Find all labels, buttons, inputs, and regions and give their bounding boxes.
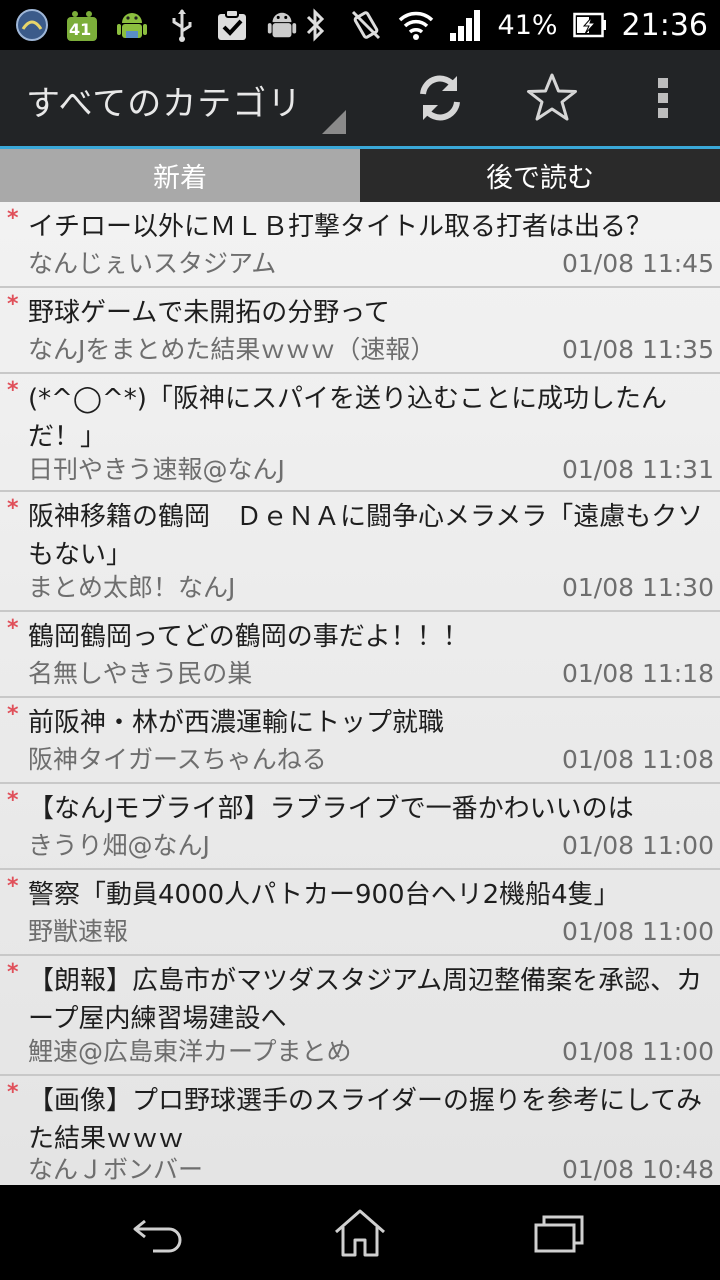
tab-read-later[interactable]: 後で読む — [360, 149, 720, 202]
list-item[interactable]: * 野球ゲームで未開拓の分野って なんJをまとめた結果ｗｗｗ（速報） 01/08… — [0, 288, 720, 374]
refresh-button[interactable] — [392, 50, 488, 146]
more-vert-icon — [658, 78, 668, 118]
android-robot-icon — [114, 7, 150, 43]
vibrate-mute-icon — [348, 7, 384, 43]
list-item[interactable]: * 【朗報】広島市がマツダスタジアム周辺整備案を承認、カープ屋内練習場建設へ 鯉… — [0, 956, 720, 1076]
screen: 41 41% 21:36 すべてのカテゴリ 新着 後で読む * イチロー以外にＭ… — [0, 0, 720, 1280]
overflow-menu-button[interactable] — [618, 50, 708, 146]
article-date: 01/08 10:48 — [561, 1155, 714, 1184]
article-date: 01/08 11:45 — [561, 249, 714, 278]
android-debug-icon — [264, 7, 300, 43]
battery-percent: 41% — [497, 9, 558, 41]
article-date: 01/08 11:00 — [561, 1037, 714, 1066]
unread-marker: * — [7, 1080, 19, 1105]
article-source: 日刊やきう速報@なんJ — [28, 455, 285, 484]
recent-apps-icon — [534, 1215, 584, 1252]
article-source: 名無しやきう民の巣 — [28, 659, 253, 688]
signal-icon — [448, 7, 484, 43]
wifi-icon — [398, 7, 434, 43]
unread-marker: * — [7, 378, 19, 403]
article-date: 01/08 11:08 — [561, 745, 714, 774]
list-item[interactable]: * (*^◯^*)「阪神にスパイを送り込むことに成功したんだ！」 日刊やきう速報… — [0, 374, 720, 492]
article-source: なんＪボンバー — [28, 1155, 204, 1184]
article-source: なんJをまとめた結果ｗｗｗ（速報） — [28, 335, 436, 364]
favorites-button[interactable] — [504, 50, 600, 146]
back-icon — [133, 1219, 182, 1252]
article-title: 【なんJモブライ部】ラブライブで一番かわいいのは — [28, 794, 634, 824]
article-date: 01/08 11:31 — [561, 455, 714, 484]
list-item[interactable]: * イチロー以外にＭＬＢ打撃タイトル取る打者は出る？ なんじぇいスタジアム 01… — [0, 202, 720, 288]
android-badge-icon: 41 — [64, 7, 100, 43]
home-button[interactable] — [305, 1195, 415, 1270]
spinner-triangle-icon — [322, 110, 346, 134]
article-title: (*^◯^*)「阪神にスパイを送り込むことに成功したんだ！」 — [28, 384, 667, 452]
article-date: 01/08 11:30 — [561, 573, 714, 602]
tab-new[interactable]: 新着 — [0, 149, 360, 202]
unread-marker: * — [7, 292, 19, 317]
app-notification-icon — [14, 7, 50, 43]
bluetooth-icon — [298, 7, 334, 43]
article-date: 01/08 11:00 — [561, 917, 714, 946]
article-title: 野球ゲームで未開拓の分野って — [28, 298, 390, 328]
list-item[interactable]: * 【なんJモブライ部】ラブライブで一番かわいいのは きうり畑@なんJ 01/0… — [0, 784, 720, 870]
article-source: なんじぇいスタジアム — [28, 249, 277, 278]
star-icon — [527, 73, 577, 121]
article-list[interactable]: * イチロー以外にＭＬＢ打撃タイトル取る打者は出る？ なんじぇいスタジアム 01… — [0, 202, 720, 1185]
action-bar: すべてのカテゴリ — [0, 50, 720, 146]
article-date: 01/08 11:35 — [561, 335, 714, 364]
article-title: 警察「動員4000人パトカー900台ヘリ2機船4隻」 — [28, 880, 620, 910]
unread-marker: * — [7, 788, 19, 813]
recent-apps-button[interactable] — [505, 1195, 615, 1270]
article-title: 阪神移籍の鶴岡 ＤｅＮＡに闘争心メラメラ「遠慮もクソもない」 — [28, 502, 704, 570]
article-title: イチロー以外にＭＬＢ打撃タイトル取る打者は出る？ — [28, 212, 653, 242]
article-date: 01/08 11:00 — [561, 831, 714, 860]
unread-marker: * — [7, 702, 19, 727]
article-source: 鯉速@広島東洋カープまとめ — [28, 1037, 352, 1066]
category-spinner[interactable]: すべてのカテゴリ — [0, 50, 350, 146]
home-icon — [335, 1209, 385, 1256]
battery-charging-icon — [572, 7, 608, 43]
notification-icons: 41 — [14, 5, 300, 45]
refresh-icon — [420, 75, 460, 121]
list-item[interactable]: * 前阪神・林が西濃運輸にトップ就職 阪神タイガースちゃんねる 01/08 11… — [0, 698, 720, 784]
article-title: 前阪神・林が西濃運輸にトップ就職 — [28, 708, 445, 738]
list-item[interactable]: * 阪神移籍の鶴岡 ＤｅＮＡに闘争心メラメラ「遠慮もクソもない」 まとめ太郎！な… — [0, 492, 720, 612]
unread-marker: * — [7, 960, 19, 985]
download-complete-icon — [214, 7, 250, 43]
navigation-bar — [0, 1185, 720, 1280]
status-bar: 41 41% 21:36 — [0, 0, 720, 50]
tab-bar: 新着 後で読む — [0, 149, 720, 202]
article-title: 【画像】プロ野球選手のスライダーの握りを参考にしてみた結果ｗｗｗ — [28, 1086, 703, 1154]
unread-marker: * — [7, 874, 19, 899]
clock: 21:36 — [621, 7, 708, 43]
back-button[interactable] — [104, 1195, 214, 1270]
article-date: 01/08 11:18 — [561, 659, 714, 688]
list-item[interactable]: * 警察「動員4000人パトカー900台ヘリ2機船4隻」 野獣速報 01/08 … — [0, 870, 720, 956]
notification-badge-count: 41 — [69, 20, 92, 39]
unread-marker: * — [7, 206, 19, 231]
usb-icon — [164, 7, 200, 43]
article-source: きうり畑@なんJ — [28, 831, 210, 860]
list-item[interactable]: * 鶴岡鶴岡ってどの鶴岡の事だよ！！！ 名無しやきう民の巣 01/08 11:1… — [0, 612, 720, 698]
article-title: 鶴岡鶴岡ってどの鶴岡の事だよ！！！ — [28, 622, 469, 652]
article-source: 阪神タイガースちゃんねる — [28, 745, 327, 774]
list-item[interactable]: * 【画像】プロ野球選手のスライダーの握りを参考にしてみた結果ｗｗｗ なんＪボン… — [0, 1076, 720, 1185]
article-source: まとめ太郎！なんJ — [28, 573, 236, 602]
category-title: すべてのカテゴリ — [26, 84, 303, 124]
article-title: 【朗報】広島市がマツダスタジアム周辺整備案を承認、カープ屋内練習場建設へ — [28, 966, 703, 1034]
system-status-icons: 41% 21:36 — [298, 0, 708, 50]
unread-marker: * — [7, 616, 19, 641]
unread-marker: * — [7, 496, 19, 521]
article-source: 野獣速報 — [28, 917, 129, 946]
